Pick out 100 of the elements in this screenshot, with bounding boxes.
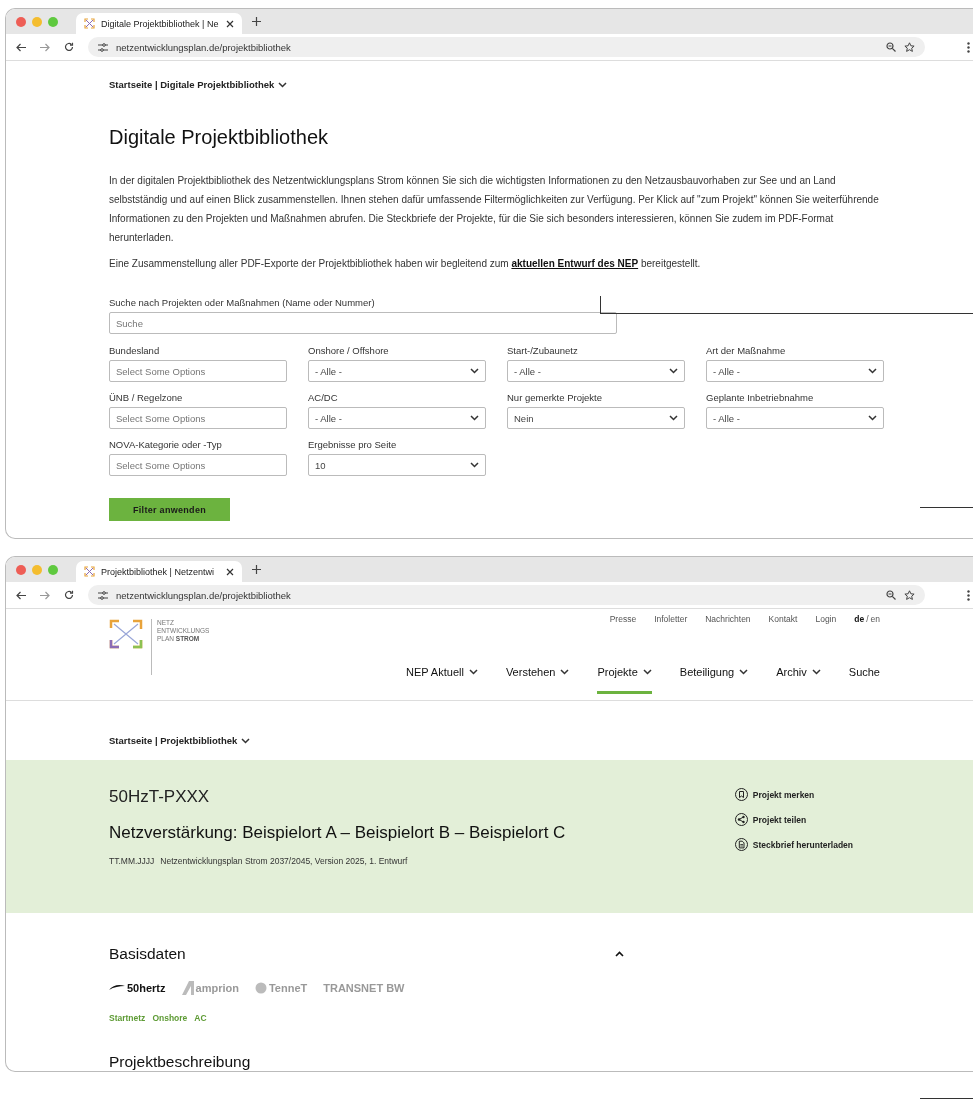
- nav-item[interactable]: NEP Aktuell: [406, 666, 478, 694]
- section-heading: Projektbeschreibung: [109, 1053, 252, 1071]
- url-text: netzentwicklungsplan.de/projektbibliothek: [116, 41, 292, 53]
- action-link[interactable]: Projekt teilen: [734, 813, 853, 826]
- section-heading: Basisdaten: [109, 945, 186, 963]
- chevron-down-icon: [868, 415, 877, 421]
- reload-icon[interactable]: [64, 590, 74, 600]
- document-icon: [734, 838, 748, 851]
- nav-item[interactable]: Archiv: [776, 666, 821, 694]
- note-text: Eine Zusammenstellung aller PDF-Exporte der Projektbibliothek haben wir begleitend zum aktuellen Entwurf des NEP bereitgestellt.: [109, 257, 702, 271]
- breadcrumb[interactable]: Startseite | Digitale Projektbibliothek: [109, 79, 275, 90]
- leader-line: [920, 1098, 973, 1099]
- chevron-down-icon: [241, 737, 251, 744]
- nav-item[interactable]: Beteiligung: [679, 666, 749, 694]
- chevron-down-icon: [868, 368, 877, 374]
- plus-icon[interactable]: [252, 565, 261, 574]
- service-link[interactable]: Nachrichten: [705, 614, 751, 624]
- a-shape-icon: [181, 981, 194, 995]
- service-link[interactable]: Presse: [609, 614, 637, 624]
- plus-icon[interactable]: [252, 17, 261, 26]
- more-menu-icon[interactable]: [967, 589, 970, 601]
- chevron-down-icon: [278, 81, 288, 88]
- field-label: Geplante Inbetriebnahme: [706, 392, 814, 403]
- project-date: TT.MM.JJJJ: [109, 856, 155, 866]
- tab-title: Projektbibliothek | Netzentwi: [101, 566, 215, 577]
- dropdown[interactable]: - Alle -: [308, 407, 486, 429]
- operator-logo: 50hertz: [127, 982, 166, 994]
- project-meta: Netzentwicklungsplan Strom 2037/2045, Version 2025, 1. Entwurf: [160, 856, 408, 866]
- tag-label: AC: [194, 1013, 207, 1023]
- bookmark-icon: [734, 788, 748, 801]
- logo-icon: [109, 619, 143, 649]
- dropdown[interactable]: - Alle -: [706, 360, 884, 382]
- breadcrumb[interactable]: Startseite | Projektbibliothek: [109, 735, 238, 746]
- operator-logo: amprion: [195, 982, 239, 994]
- more-menu-icon[interactable]: [967, 41, 970, 53]
- nep-draft-link[interactable]: aktuellen Entwurf des NEP: [511, 258, 639, 269]
- dropdown[interactable]: - Alle -: [308, 360, 486, 382]
- back-arrow-icon[interactable]: [16, 590, 26, 600]
- action-link[interactable]: Steckbrief herunterladen: [734, 838, 853, 851]
- address-bar[interactable]: netzentwicklungsplan.de/projektbibliothek: [88, 585, 925, 605]
- zoom-icon[interactable]: [886, 590, 896, 600]
- field-label: Bundesland: [109, 345, 160, 356]
- action-link[interactable]: Projekt merken: [734, 788, 853, 801]
- close-icon[interactable]: [226, 567, 234, 576]
- share-icon: [734, 813, 748, 826]
- circle-mark-icon: [254, 982, 267, 994]
- dropdown[interactable]: 10: [308, 454, 486, 476]
- language-link[interactable]: de: [854, 614, 865, 624]
- field-label: AC/DC: [308, 392, 338, 403]
- intro-text: In der digitalen Projektbibliothek des Netzentwicklungsplans Strom können Sie sich die wichtigsten Informationen zu den Netzausbauvorhaben zur See und an Land selbstständig und auf einen Blick zusammenstellen. Ihnen stehen dafür umfassende Filtermöglichkeiten zur Verfügung. Per Klick auf "zum Projekt" können Sie weiterführende Informationen zu den Projekten und Maßnahmen abrufen. Die Steckbriefe der Projekte, für die Sie sich besonders interessieren, können Sie zudem im PDF-Format herunterladen.: [109, 174, 880, 245]
- leader-line: [920, 507, 973, 508]
- reload-icon[interactable]: [64, 42, 74, 52]
- browser-tab[interactable]: Digitale Projektbibliothek | Ne: [76, 13, 242, 34]
- field-label: NOVA-Kategorie oder -Typ: [109, 439, 222, 450]
- traffic-light-icon[interactable]: [16, 564, 26, 575]
- forward-arrow-icon[interactable]: [40, 590, 50, 600]
- multiselect-field[interactable]: Select Some Options: [109, 454, 287, 476]
- zoom-icon[interactable]: [886, 42, 896, 52]
- tag-label: Onshore: [152, 1013, 188, 1023]
- service-link[interactable]: Infoletter: [654, 614, 688, 624]
- service-link[interactable]: Kontakt: [768, 614, 798, 624]
- field-label: Art der Maßnahme: [706, 345, 786, 356]
- chevron-down-icon: [470, 462, 479, 468]
- chevron-down-icon: [470, 368, 479, 374]
- page-heading: Digitale Projektbibliothek: [109, 126, 329, 149]
- dropdown[interactable]: - Alle -: [706, 407, 884, 429]
- chevron-down-icon: [669, 415, 678, 421]
- star-icon[interactable]: [904, 41, 915, 53]
- tab-title: Digitale Projektbibliothek | Ne: [101, 18, 220, 29]
- site-settings-icon: [98, 590, 108, 600]
- traffic-light-icon[interactable]: [16, 16, 26, 27]
- multiselect-field[interactable]: Select Some Options: [109, 407, 287, 429]
- chevron-down-icon: [470, 415, 479, 421]
- caret-up-icon[interactable]: [615, 951, 624, 957]
- back-arrow-icon[interactable]: [16, 42, 26, 52]
- nav-item[interactable]: Projekte: [597, 666, 652, 694]
- field-label: Onshore / Offshore: [308, 345, 389, 356]
- nav-item[interactable]: Suche: [848, 666, 880, 694]
- field-label: Nur gemerkte Projekte: [507, 392, 603, 403]
- multiselect-field[interactable]: Select Some Options: [109, 360, 287, 382]
- chevron-down-icon: [669, 368, 678, 374]
- site-settings-icon: [98, 42, 108, 52]
- forward-arrow-icon[interactable]: [40, 42, 50, 52]
- service-link[interactable]: Login: [815, 614, 837, 624]
- address-bar[interactable]: netzentwicklungsplan.de/projektbibliothek: [88, 37, 925, 57]
- dropdown[interactable]: - Alle -: [507, 360, 685, 382]
- url-text: netzentwicklungsplan.de/projektbibliothek: [116, 589, 292, 601]
- browser-tab[interactable]: Projektbibliothek | Netzentwi: [76, 561, 242, 582]
- language-link[interactable]: en: [870, 614, 880, 624]
- filter-button[interactable]: Filter anwenden: [109, 498, 230, 521]
- swoosh-icon: [109, 984, 125, 992]
- star-icon[interactable]: [904, 589, 915, 601]
- dropdown[interactable]: Nein: [507, 407, 685, 429]
- language-separator: /: [866, 614, 869, 624]
- favicon-icon: [84, 18, 95, 29]
- tag-label: Startnetz: [109, 1013, 146, 1023]
- close-icon[interactable]: [226, 19, 234, 28]
- search-field[interactable]: Suche: [109, 312, 617, 334]
- operator-logo: TRANSNET BW: [323, 982, 405, 994]
- nav-item[interactable]: Verstehen: [505, 666, 570, 694]
